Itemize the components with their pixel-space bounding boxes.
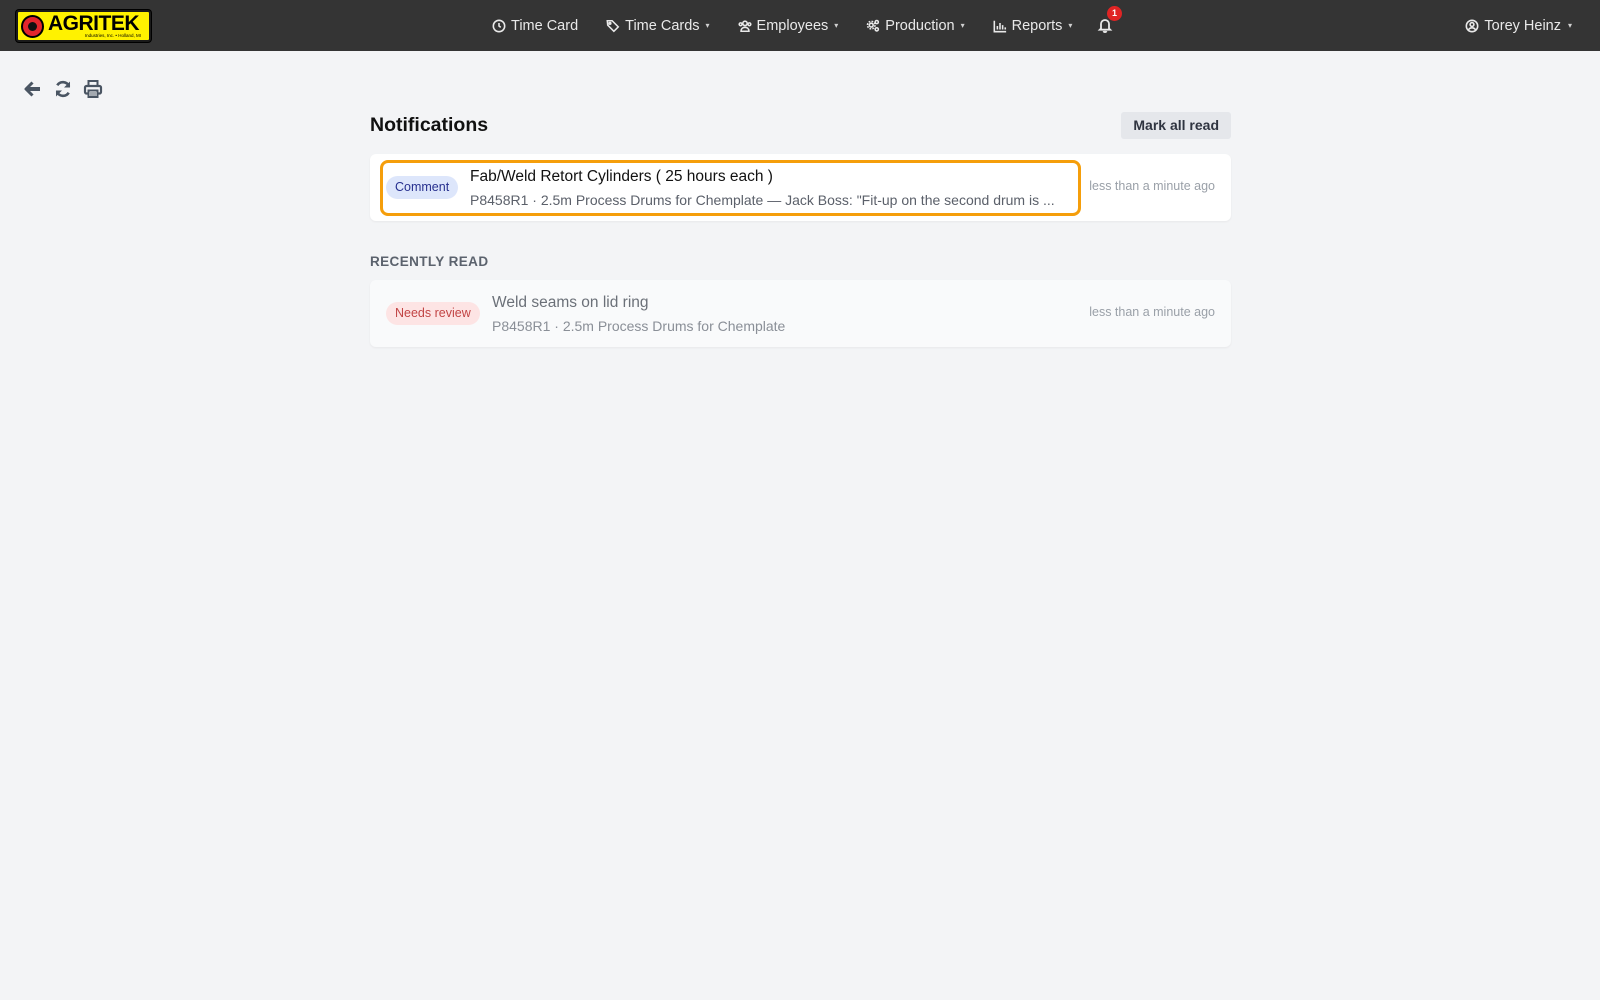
page-toolbar — [22, 78, 112, 100]
nav-production-label: Production — [885, 17, 955, 34]
clock-icon — [492, 19, 506, 32]
nav-time-card[interactable]: Time Card — [492, 18, 578, 34]
user-name: Torey Heinz — [1484, 17, 1561, 34]
logo-subtext: Industries, Inc. • Holland, MI — [84, 33, 141, 38]
bar-chart-icon — [993, 20, 1006, 32]
user-circle-icon — [1465, 19, 1479, 32]
comment-badge: Comment — [386, 176, 459, 199]
chevron-down-icon: ▾ — [705, 21, 710, 30]
nav-employees-label: Employees — [756, 17, 829, 34]
mark-all-read-button[interactable]: Mark all read — [1121, 111, 1231, 139]
nav-employees[interactable]: Employees ▾ — [737, 17, 839, 34]
print-icon — [83, 80, 103, 98]
nav-time-card-label: Time Card — [511, 17, 579, 34]
notification-time: less than a minute ago — [1089, 305, 1215, 319]
users-icon — [737, 19, 752, 32]
page-title: Notifications — [370, 113, 489, 136]
notification-item[interactable]: Comment Fab/Weld Retort Cylinders ( 25 h… — [370, 154, 1231, 221]
user-menu[interactable]: Torey Heinz ▾ — [1465, 0, 1572, 51]
notification-subtitle: P8458R1 · 2.5m Process Drums for Chempla… — [470, 192, 1055, 208]
notification-item-read[interactable]: Needs review Weld seams on lid ring P845… — [370, 280, 1231, 347]
notification-title: Fab/Weld Retort Cylinders ( 25 hours eac… — [470, 168, 773, 185]
agritek-logo[interactable]: AGRITEK Industries, Inc. • Holland, MI — [16, 10, 151, 42]
chevron-down-icon: ▾ — [1567, 21, 1572, 30]
logo-text: AGRITEK — [48, 11, 140, 35]
chevron-down-icon: ▾ — [834, 21, 839, 30]
gears-icon — [866, 19, 880, 32]
notifications-bell[interactable]: 1 — [1097, 6, 1122, 35]
print-button[interactable] — [82, 78, 104, 100]
nav-time-cards-label: Time Cards — [625, 17, 700, 34]
notification-time: less than a minute ago — [1089, 179, 1215, 193]
notification-title: Weld seams on lid ring — [492, 294, 649, 311]
notification-subtitle: P8458R1 · 2.5m Process Drums for Chempla… — [492, 318, 786, 334]
refresh-button[interactable] — [52, 78, 74, 100]
tags-icon — [606, 19, 620, 32]
notifications-panel: Notifications Mark all read Comment Fab/… — [370, 110, 1231, 347]
back-button[interactable] — [22, 78, 44, 100]
nav-reports-label: Reports — [1011, 17, 1063, 34]
notifications-header: Notifications Mark all read — [370, 110, 1231, 140]
needs-review-badge: Needs review — [386, 302, 480, 325]
notification-count-badge: 1 — [1107, 6, 1122, 21]
nav-reports[interactable]: Reports ▾ — [993, 17, 1073, 34]
main-nav: Time Card Time Cards ▾ Employees ▾ Produ… — [492, 0, 1100, 51]
refresh-icon — [55, 80, 71, 98]
top-navbar: AGRITEK Industries, Inc. • Holland, MI T… — [0, 0, 1600, 51]
nav-time-cards[interactable]: Time Cards ▾ — [606, 17, 710, 34]
chevron-down-icon: ▾ — [960, 21, 965, 30]
nav-production[interactable]: Production ▾ — [866, 17, 965, 34]
recently-read-heading: RECENTLY READ — [370, 254, 489, 269]
back-arrow-icon — [24, 81, 40, 97]
chevron-down-icon: ▾ — [1068, 21, 1073, 30]
sun-logo-icon — [21, 14, 44, 38]
